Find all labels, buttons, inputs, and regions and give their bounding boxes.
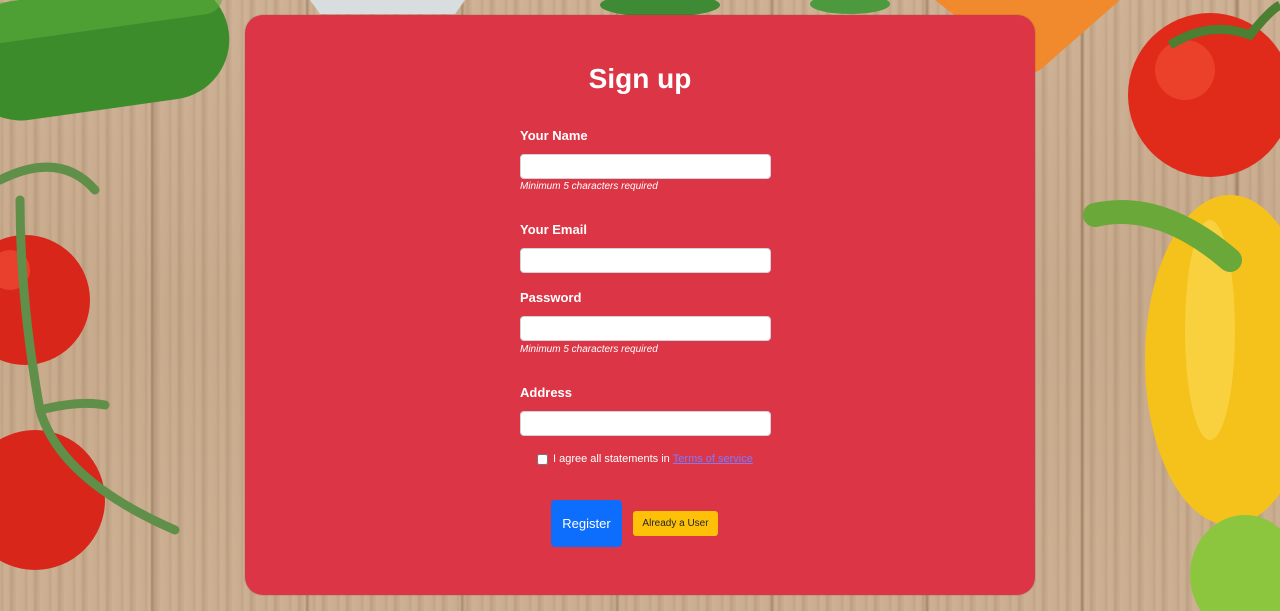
address-input[interactable] bbox=[520, 411, 771, 436]
address-label: Address bbox=[520, 385, 573, 400]
terms-of-service-link[interactable]: Terms of service bbox=[673, 453, 753, 465]
page-title: Sign up bbox=[588, 63, 692, 94]
password-label: Password bbox=[520, 290, 582, 305]
terms-checkbox[interactable] bbox=[537, 453, 548, 465]
name-hint: Minimum 5 characters required bbox=[520, 181, 658, 192]
name-input[interactable] bbox=[520, 154, 771, 179]
email-label: Your Email bbox=[520, 222, 587, 237]
password-hint: Minimum 5 characters required bbox=[520, 344, 658, 355]
signup-card: Sign up Your Name Minimum 5 characters r… bbox=[245, 15, 1035, 595]
name-label: Your Name bbox=[520, 128, 588, 143]
email-input[interactable] bbox=[520, 248, 771, 273]
register-button[interactable]: Register bbox=[551, 500, 622, 547]
terms-text: I agree all statements in bbox=[553, 453, 670, 465]
already-user-button[interactable]: Already a User bbox=[633, 511, 718, 536]
terms-agreement: I agree all statements in Terms of servi… bbox=[537, 453, 753, 465]
password-input[interactable] bbox=[520, 316, 771, 341]
